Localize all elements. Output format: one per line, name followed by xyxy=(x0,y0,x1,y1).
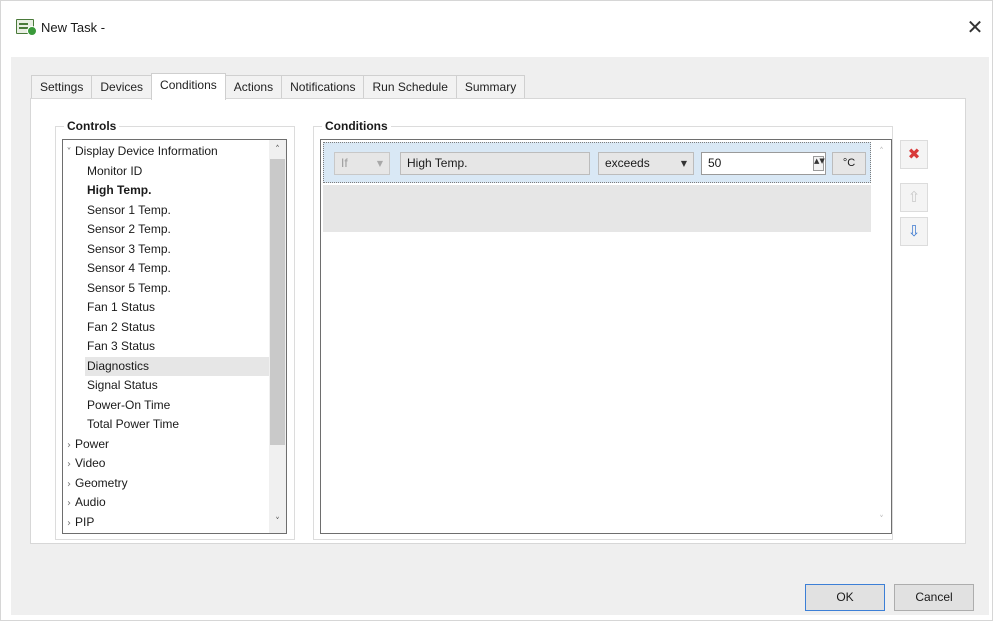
spin-arrows-icon[interactable]: ▲▼ xyxy=(813,156,825,171)
scroll-up-arrow-icon[interactable]: ˄ xyxy=(873,144,890,161)
move-up-button[interactable]: ⇧ xyxy=(900,183,928,212)
cancel-button[interactable]: Cancel xyxy=(894,584,974,611)
window-title: New Task - xyxy=(41,20,106,35)
tab-run-schedule[interactable]: Run Schedule xyxy=(363,75,457,99)
tree-item[interactable]: › Audio xyxy=(63,493,269,512)
tab-strip: Settings Devices Conditions Actions Noti… xyxy=(31,73,526,100)
tree-item[interactable]: › PIP xyxy=(63,513,269,532)
tree-item[interactable]: Fan 3 Status xyxy=(87,337,269,356)
tree-item[interactable]: ˅ Display Device Information xyxy=(63,142,269,161)
chevron-down-icon: ▼ xyxy=(680,159,687,168)
condition-row[interactable]: If ▼ High Temp. exceeds ▼ 50 ▲▼ °C xyxy=(323,142,871,183)
condition-operator-value: exceeds xyxy=(605,156,650,170)
tree-item[interactable]: Sensor 5 Temp. xyxy=(87,279,269,298)
tree-item-label: Power-On Time xyxy=(87,397,171,412)
delete-condition-button[interactable]: ✖ xyxy=(900,140,928,169)
tree-item[interactable]: Signal Status xyxy=(87,376,269,395)
controls-tree-scrollbar[interactable]: ˄ ˅ xyxy=(269,140,286,533)
collapse-chevron-icon[interactable]: › xyxy=(63,436,75,455)
tab-conditions[interactable]: Conditions xyxy=(151,73,226,100)
tree-item-label: Sensor 3 Temp. xyxy=(87,241,171,256)
chevron-down-icon: ▼ xyxy=(376,159,383,168)
tab-actions[interactable]: Actions xyxy=(224,75,283,99)
tree-item-label: Sensor 1 Temp. xyxy=(87,202,171,217)
tree-item-label: Sensor 2 Temp. xyxy=(87,222,171,236)
conditions-scrollbar[interactable]: ˄ ˅ xyxy=(873,140,891,533)
arrow-down-icon: ⇩ xyxy=(907,222,921,240)
tree-item-label: Audio xyxy=(75,495,106,509)
tree-item[interactable]: Monitor ID xyxy=(87,162,269,181)
tree-item-label: Power xyxy=(75,436,110,451)
scrollbar-thumb[interactable] xyxy=(270,159,285,445)
ok-button[interactable]: OK xyxy=(805,584,885,611)
condition-keyword-select: If ▼ xyxy=(334,152,390,175)
condition-operator-select[interactable]: exceeds ▼ xyxy=(598,152,694,175)
scroll-up-arrow-icon[interactable]: ˄ xyxy=(269,142,286,159)
tab-notifications[interactable]: Notifications xyxy=(281,75,365,99)
tree-item[interactable]: › Geometry xyxy=(63,474,269,493)
scroll-down-arrow-icon[interactable]: ˅ xyxy=(873,512,890,529)
tree-item-label: Fan 2 Status xyxy=(87,319,156,334)
tree-item-label: Geometry xyxy=(75,475,128,490)
close-icon[interactable]: ✕ xyxy=(962,14,988,40)
tree-item-label: PIP xyxy=(75,514,95,529)
unit-celsius-button[interactable]: °C xyxy=(832,152,866,175)
tree-item-label: Sensor 4 Temp. xyxy=(87,261,171,275)
collapse-chevron-icon[interactable]: › xyxy=(63,455,75,474)
tree-item[interactable]: Power-On Time xyxy=(87,396,269,415)
tree-item-label: Diagnostics xyxy=(87,358,150,373)
tree-item[interactable]: › Power xyxy=(63,435,269,454)
title-bar: New Task - ✕ xyxy=(1,1,992,45)
tree-item-label: Fan 3 Status xyxy=(87,339,156,353)
collapse-chevron-icon[interactable]: › xyxy=(63,494,75,513)
tree-item-label: High Temp. xyxy=(87,183,152,197)
tree-item-label: Display Device Information xyxy=(75,144,218,158)
conditions-list[interactable]: If ▼ High Temp. exceeds ▼ 50 ▲▼ °C ˄ ˅ xyxy=(320,139,892,534)
tree-item[interactable]: Fan 2 Status xyxy=(87,318,269,337)
tab-summary[interactable]: Summary xyxy=(455,75,526,99)
collapse-chevron-icon[interactable]: › xyxy=(63,475,75,494)
tree-item[interactable]: Total Power Time xyxy=(87,415,269,434)
condition-keyword-value: If xyxy=(341,156,348,170)
tree-item[interactable]: › Video xyxy=(63,454,269,473)
tree-item-label: Video xyxy=(75,456,106,470)
controls-group-label: Controls xyxy=(64,119,120,133)
task-app-icon xyxy=(16,19,37,36)
expand-chevron-icon[interactable]: ˅ xyxy=(63,143,75,162)
condition-value-spinbox[interactable]: 50 ▲▼ xyxy=(701,152,826,175)
conditions-group-label: Conditions xyxy=(322,119,391,133)
tab-devices[interactable]: Devices xyxy=(91,75,153,99)
new-task-dialog: New Task - ✕ Settings Devices Conditions… xyxy=(0,0,993,621)
arrow-up-icon: ⇧ xyxy=(907,188,921,206)
tree-item[interactable]: Diagnostics xyxy=(85,356,269,376)
scroll-down-arrow-icon[interactable]: ˅ xyxy=(269,514,286,531)
tree-item-label: Fan 1 Status xyxy=(87,300,156,314)
tree-item[interactable]: High Temp. xyxy=(87,181,269,200)
tree-item-label: Monitor ID xyxy=(87,163,143,178)
condition-value: 50 xyxy=(708,156,722,170)
controls-tree[interactable]: ˅ Display Device Information Monitor ID Hig… xyxy=(62,139,287,534)
condition-field-box[interactable]: High Temp. xyxy=(400,152,590,175)
tree-item-label: Sensor 5 Temp. xyxy=(87,280,171,295)
tree-item[interactable]: Sensor 4 Temp. xyxy=(87,259,269,278)
empty-condition-row[interactable] xyxy=(323,185,871,232)
collapse-chevron-icon[interactable]: › xyxy=(63,514,75,533)
tree-item[interactable]: Sensor 3 Temp. xyxy=(87,240,269,259)
tree-item-label: Total Power Time xyxy=(87,417,180,431)
tree-item-label: Signal Status xyxy=(87,378,158,392)
tab-settings[interactable]: Settings xyxy=(31,75,93,99)
tree-item[interactable]: Sensor 2 Temp. xyxy=(87,220,269,239)
delete-icon: ✖ xyxy=(907,145,921,163)
move-down-button[interactable]: ⇩ xyxy=(900,217,928,246)
tree-item[interactable]: Sensor 1 Temp. xyxy=(87,201,269,220)
tree-item[interactable]: Fan 1 Status xyxy=(87,298,269,317)
